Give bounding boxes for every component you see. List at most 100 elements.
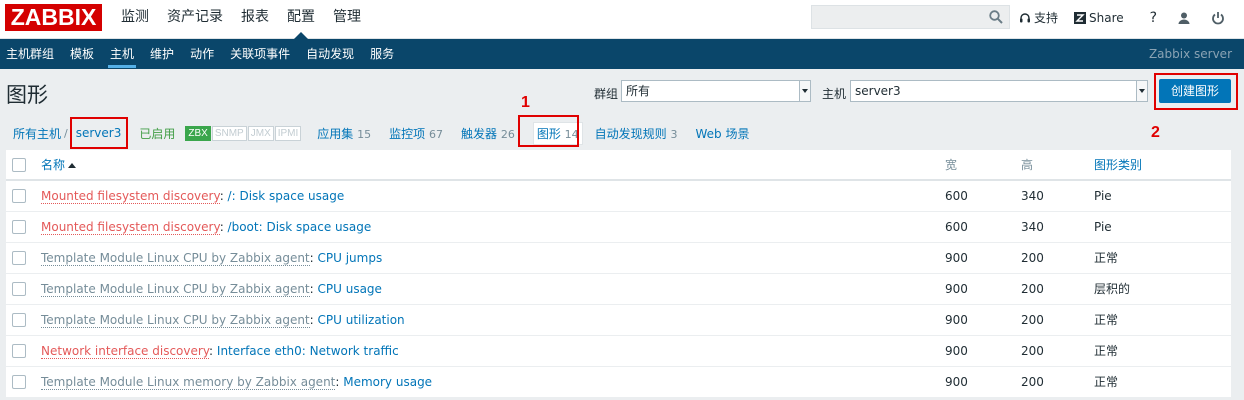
zabbix-logo[interactable]: ZABBIX xyxy=(5,4,102,31)
graph-width-cell: 900 xyxy=(945,375,968,389)
graph-name-link[interactable]: Interface eth0: Network traffic xyxy=(217,344,399,358)
header-tools: 支持 Share ? xyxy=(1019,0,1235,35)
graph-width-cell: 900 xyxy=(945,282,968,296)
highlight-box-host xyxy=(70,117,128,149)
tab-web-scenarios[interactable]: Web 场景 xyxy=(696,125,750,142)
main-nav-monitoring[interactable]: 监测 xyxy=(112,0,158,39)
graph-name-separator: : xyxy=(309,251,318,265)
graph-type-cell: 正常 xyxy=(1094,313,1119,327)
graph-source-link[interactable]: Mounted filesystem discovery xyxy=(41,220,220,235)
sub-nav-event-correlation[interactable]: 关联项事件 xyxy=(224,39,296,69)
graph-type-cell: Pie xyxy=(1094,220,1112,234)
column-type-header[interactable]: 图形类别 xyxy=(1094,150,1142,181)
table-row: Template Module Linux memory by Zabbix a… xyxy=(6,367,1231,398)
support-label: 支持 xyxy=(1034,11,1059,25)
sub-nav-hosts[interactable]: 主机 xyxy=(104,39,140,69)
row-checkbox[interactable] xyxy=(12,189,26,203)
badge-ipmi: IPMI xyxy=(274,125,302,141)
main-nav-reports[interactable]: 报表 xyxy=(232,0,278,39)
select-all-checkbox[interactable] xyxy=(12,158,26,172)
group-select-value: 所有 xyxy=(626,84,651,98)
row-checkbox[interactable] xyxy=(12,220,26,234)
host-navigation: 所有主机 / server3 已启用 ZBX SNMP JMX IPMI 应用集… xyxy=(0,117,1244,149)
graph-name-link[interactable]: CPU usage xyxy=(318,282,382,296)
graph-height-cell: 200 xyxy=(1021,282,1044,296)
sub-nav-templates[interactable]: 模板 xyxy=(64,39,100,69)
host-status-enabled[interactable]: 已启用 xyxy=(139,125,175,142)
tab-triggers-label: 触发器 xyxy=(460,126,497,141)
breadcrumb-all-hosts[interactable]: 所有主机 xyxy=(13,125,61,142)
column-name-header[interactable]: 名称 xyxy=(41,150,77,181)
graph-height-cell: 340 xyxy=(1021,220,1044,234)
main-nav: 监测 资产记录 报表 配置 管理 xyxy=(112,0,370,39)
table-row: Mounted filesystem discovery: /: Disk sp… xyxy=(6,181,1231,212)
table-row: Template Module Linux CPU by Zabbix agen… xyxy=(6,305,1231,336)
server-name: Zabbix server xyxy=(1148,47,1232,61)
graph-name-cell: Template Module Linux memory by Zabbix a… xyxy=(41,367,432,398)
row-checkbox[interactable] xyxy=(12,251,26,265)
host-select[interactable]: server3 xyxy=(850,80,1148,102)
sub-nav-actions[interactable]: 动作 xyxy=(184,39,220,69)
graph-name-cell: Template Module Linux CPU by Zabbix agen… xyxy=(41,305,405,336)
availability-badges: ZBX SNMP JMX IPMI xyxy=(185,125,302,141)
help-icon[interactable]: ? xyxy=(1150,10,1157,26)
graph-name-separator: : xyxy=(219,220,228,234)
graph-source-link[interactable]: Template Module Linux CPU by Zabbix agen… xyxy=(41,251,310,266)
user-profile-icon[interactable] xyxy=(1177,11,1191,25)
graph-source-link[interactable]: Template Module Linux CPU by Zabbix agen… xyxy=(41,313,310,328)
graph-source-link[interactable]: Network interface discovery xyxy=(41,344,210,359)
graph-name-cell: Network interface discovery: Interface e… xyxy=(41,336,399,367)
sub-nav-maintenance[interactable]: 维护 xyxy=(144,39,180,69)
share-z-icon xyxy=(1074,11,1087,24)
graph-name-link[interactable]: CPU jumps xyxy=(318,251,383,265)
highlight-box-create xyxy=(1154,73,1238,110)
table-row: Template Module Linux CPU by Zabbix agen… xyxy=(6,274,1231,305)
tab-triggers-count: 26 xyxy=(500,127,515,141)
annotation-number-1: 1 xyxy=(521,94,530,111)
main-nav-inventory[interactable]: 资产记录 xyxy=(158,0,232,39)
column-width-header: 宽 xyxy=(945,158,958,172)
row-checkbox[interactable] xyxy=(12,313,26,327)
graph-name-cell: Template Module Linux CPU by Zabbix agen… xyxy=(41,243,382,274)
tab-applications[interactable]: 应用集 15 xyxy=(317,125,371,142)
graph-width-cell: 900 xyxy=(945,313,968,327)
share-link[interactable]: Share xyxy=(1074,11,1124,25)
tab-items[interactable]: 监控项 67 xyxy=(389,125,443,142)
table-header: 名称 宽 高 图形类别 xyxy=(6,150,1231,181)
sub-nav-host-groups[interactable]: 主机群组 xyxy=(0,39,60,69)
row-checkbox[interactable] xyxy=(12,375,26,389)
graph-source-link[interactable]: Template Module Linux CPU by Zabbix agen… xyxy=(41,282,310,297)
tab-applications-label: 应用集 xyxy=(317,126,354,141)
graph-name-link[interactable]: /: Disk space usage xyxy=(228,189,345,203)
main-nav-administration[interactable]: 管理 xyxy=(324,0,370,39)
graph-source-link[interactable]: Mounted filesystem discovery xyxy=(41,189,220,204)
sign-out-icon[interactable] xyxy=(1211,11,1225,25)
row-checkbox[interactable] xyxy=(12,282,26,296)
sub-nav: 主机群组 模板 主机 维护 动作 关联项事件 自动发现 服务 Zabbix se… xyxy=(0,39,1244,69)
graphs-table: 名称 宽 高 图形类别 Mounted filesystem discovery… xyxy=(6,150,1231,398)
search-icon[interactable] xyxy=(989,10,1003,24)
graph-width-cell: 900 xyxy=(945,344,968,358)
top-bar: ZABBIX 监测 资产记录 报表 配置 管理 支持 Share ? xyxy=(0,0,1244,39)
table-body: Mounted filesystem discovery: /: Disk sp… xyxy=(6,181,1231,398)
host-select-value: server3 xyxy=(855,84,901,98)
sub-nav-services[interactable]: 服务 xyxy=(364,39,400,69)
row-checkbox[interactable] xyxy=(12,344,26,358)
graph-name-link[interactable]: /boot: Disk space usage xyxy=(228,220,372,234)
table-row: Network interface discovery: Interface e… xyxy=(6,336,1231,367)
table-row: Mounted filesystem discovery: /boot: Dis… xyxy=(6,212,1231,243)
tab-discovery-rules-count: 3 xyxy=(670,127,678,141)
tab-triggers[interactable]: 触发器 26 xyxy=(461,125,515,142)
tab-discovery-rules-label: 自动发现规则 xyxy=(594,126,667,141)
graph-source-link[interactable]: Template Module Linux memory by Zabbix a… xyxy=(41,375,336,390)
group-select[interactable]: 所有 xyxy=(621,80,811,102)
sub-nav-discovery[interactable]: 自动发现 xyxy=(300,39,360,69)
breadcrumb-separator: / xyxy=(64,126,68,140)
graph-name-link[interactable]: Memory usage xyxy=(343,375,432,389)
search-input[interactable] xyxy=(811,5,1010,29)
graph-name-cell: Mounted filesystem discovery: /: Disk sp… xyxy=(41,181,344,212)
tab-discovery-rules[interactable]: 自动发现规则 3 xyxy=(595,125,678,142)
support-link[interactable]: 支持 xyxy=(1019,9,1058,26)
main-nav-configuration[interactable]: 配置 xyxy=(278,0,324,39)
graph-name-link[interactable]: CPU utilization xyxy=(318,313,405,327)
